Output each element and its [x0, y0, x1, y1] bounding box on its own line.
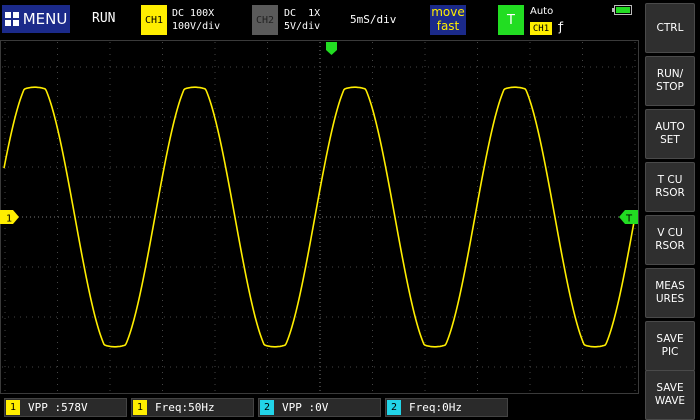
ch1-marker-label: 1 [6, 214, 12, 225]
measurement-value: VPP :0V [282, 401, 329, 414]
trigger-mode[interactable]: Auto [530, 6, 553, 17]
ch1-badge[interactable]: CH1 [141, 5, 167, 35]
menu-button[interactable]: MENU [2, 5, 70, 33]
trigger-marker-label: T [625, 214, 633, 225]
save-pic-button[interactable]: SAVE PIC [645, 321, 695, 371]
ch1-vpp-measurement[interactable]: 1 VPP :578V [4, 398, 127, 417]
measurement-value: VPP :578V [28, 401, 88, 414]
ch1-settings[interactable]: DC 100X 100V/div [172, 7, 220, 33]
battery-level [616, 7, 630, 13]
move-mode-line1: move [431, 5, 465, 19]
save-wave-button[interactable]: SAVE WAVE [645, 370, 695, 420]
ctrl-button[interactable]: CTRL [645, 3, 695, 53]
measures-button[interactable]: MEAS URES [645, 268, 695, 318]
move-mode-line2: fast [436, 19, 460, 33]
timebase[interactable]: 5mS/div [350, 13, 396, 26]
battery-icon [612, 5, 632, 15]
ch2-settings[interactable]: DC 1X 5V/div [284, 7, 320, 33]
channel-tag: 2 [260, 400, 274, 415]
ch1-freq-measurement[interactable]: 1 Freq:50Hz [131, 398, 254, 417]
measurement-bar: 1 VPP :578V 1 Freq:50Hz 2 VPP :0V 2 Freq… [0, 395, 640, 420]
measurement-value: Freq:0Hz [409, 401, 462, 414]
v-cursor-button[interactable]: V CU RSOR [645, 215, 695, 265]
run-state: RUN [92, 11, 116, 26]
run-stop-button[interactable]: RUN/ STOP [645, 56, 695, 106]
trigger-source[interactable]: CH1 [530, 22, 552, 35]
channel-tag: 1 [6, 400, 20, 415]
move-mode-button[interactable]: move fast [430, 5, 466, 35]
ch2-badge[interactable]: CH2 [252, 5, 278, 35]
channel-tag: 2 [387, 400, 401, 415]
rising-edge-icon: ƒ [557, 20, 565, 34]
ch2-coupling: DC 1X [284, 8, 321, 19]
scope-screen[interactable]: 1 T [0, 40, 640, 395]
menu-grid-icon [4, 12, 19, 26]
ch2-freq-measurement[interactable]: 2 Freq:0Hz [385, 398, 508, 417]
menu-label: MENU [22, 10, 68, 28]
ch1-scale: 100V/div [172, 21, 221, 32]
t-cursor-button[interactable]: T CU RSOR [645, 162, 695, 212]
channel-tag: 1 [133, 400, 147, 415]
ch2-vpp-measurement[interactable]: 2 VPP :0V [258, 398, 381, 417]
measurement-value: Freq:50Hz [155, 401, 215, 414]
ch2-scale: 5V/div [284, 21, 321, 32]
trigger-badge[interactable]: T [498, 5, 524, 35]
status-bar: MENU RUN CH1 DC 100X 100V/div CH2 DC 1X … [0, 0, 640, 40]
control-sidebar: CTRL RUN/ STOP AUTO SET T CU RSOR V CU R… [640, 0, 700, 420]
ch1-coupling: DC 100X [172, 8, 215, 19]
auto-set-button[interactable]: AUTO SET [645, 109, 695, 159]
